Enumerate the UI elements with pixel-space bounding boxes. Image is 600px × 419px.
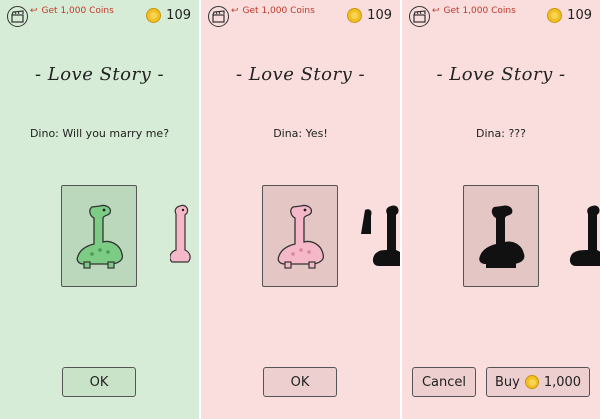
coin-balance: 109 [146, 8, 191, 23]
panel-1: ↩ Get 1,000 Coins 109 - Love Story - Dino… [0, 0, 199, 419]
cancel-button[interactable]: Cancel [412, 367, 476, 397]
pink-dino-icon [277, 204, 325, 269]
panel-2: ↩ Get 1,000 Coins 109 - Love Story - Dina… [201, 0, 400, 419]
dino-portrait-frame [463, 185, 539, 287]
video-ad-button[interactable] [409, 6, 430, 27]
clapperboard-icon [413, 10, 426, 23]
top-bar: ↩ Get 1,000 Coins 109 [0, 0, 199, 34]
dialogue-text: Dino: Will you marry me? [29, 127, 170, 140]
arrow-icon: ↩ [432, 6, 440, 16]
green-dino-icon [76, 204, 124, 269]
clapperboard-icon [11, 10, 24, 23]
top-bar: ↩ Get 1,000 Coins 109 [201, 0, 400, 34]
coin-icon [146, 8, 162, 23]
buy-button[interactable]: Buy 1,000 [486, 367, 590, 397]
buy-label: Buy [494, 374, 520, 390]
silhouette-dino-couple-icon [361, 205, 400, 266]
video-ad-button[interactable] [208, 6, 229, 27]
coin-balance: 109 [547, 8, 592, 23]
panel-3: ↩ Get 1,000 Coins 109 - Love Story - Dina… [402, 0, 600, 419]
get-coins-hint[interactable]: ↩ Get 1,000 Coins [432, 6, 516, 16]
get-coins-hint[interactable]: ↩ Get 1,000 Coins [30, 6, 114, 16]
arrow-icon: ↩ [30, 6, 38, 16]
dino-couple-icon [170, 204, 191, 263]
coin-icon [524, 375, 539, 389]
ok-button[interactable]: OK [62, 367, 136, 397]
video-ad-button[interactable] [7, 6, 28, 27]
ok-button[interactable]: OK [263, 367, 337, 397]
dino-portrait-frame [262, 185, 338, 287]
get-coins-hint[interactable]: ↩ Get 1,000 Coins [231, 6, 315, 16]
coin-icon [347, 8, 363, 23]
clapperboard-icon [212, 10, 225, 23]
dialogue-text: Dina: ??? [476, 127, 526, 140]
locked-dino-silhouette-icon [479, 205, 525, 268]
coin-balance: 109 [347, 8, 392, 23]
story-title: - Love Story - [235, 64, 366, 85]
dino-portrait-frame [61, 185, 137, 287]
coin-count: 109 [367, 8, 392, 23]
buy-price: 1,000 [543, 374, 582, 390]
arrow-icon: ↩ [231, 6, 239, 16]
dialogue-text: Dina: Yes! [273, 127, 328, 140]
coin-icon [547, 8, 563, 23]
story-title: - Love Story - [34, 64, 165, 85]
coin-count: 109 [166, 8, 191, 23]
coin-count: 109 [567, 8, 592, 23]
top-bar: ↩ Get 1,000 Coins 109 [402, 0, 600, 34]
silhouette-dino-icon [569, 205, 600, 266]
story-title: - Love Story - [436, 64, 566, 85]
